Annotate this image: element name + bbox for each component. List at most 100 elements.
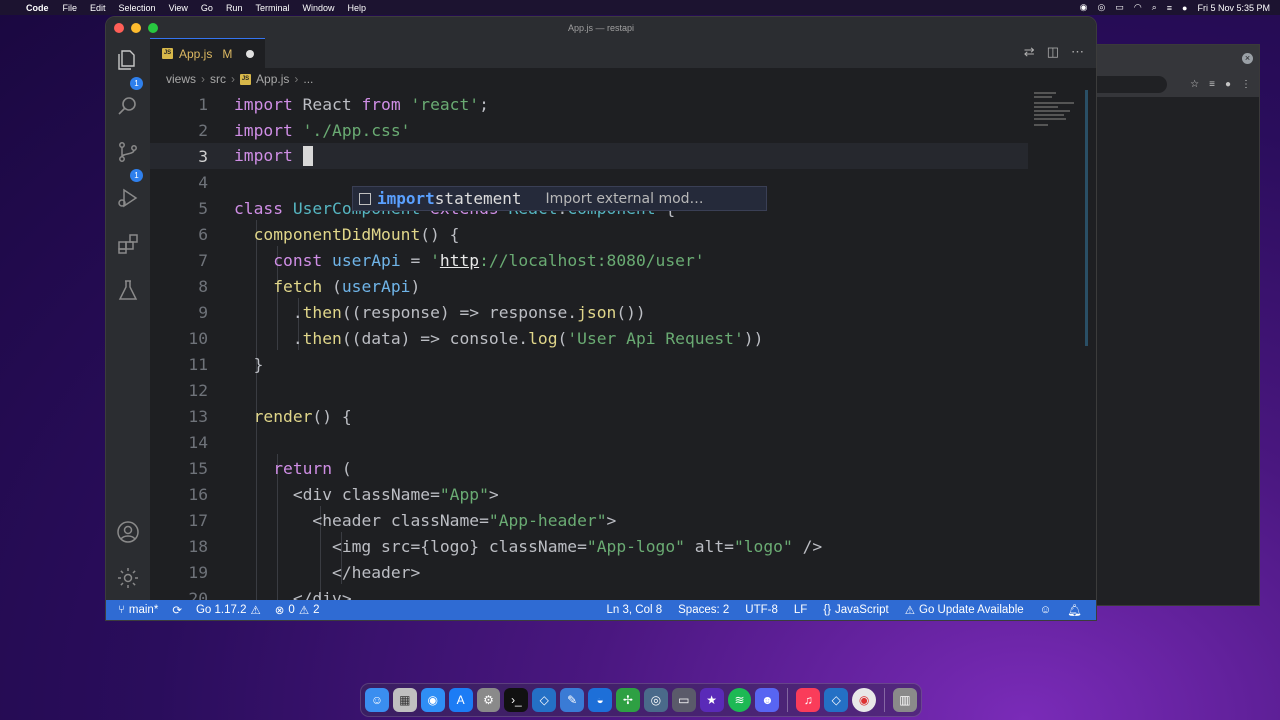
- control-center-icon[interactable]: ≡: [1167, 3, 1172, 13]
- settings-gear-icon[interactable]: [116, 566, 140, 590]
- imovie-icon[interactable]: ★: [699, 688, 724, 712]
- playlist-icon[interactable]: ≡: [1209, 79, 1215, 90]
- code-line[interactable]: 17 <header className="App-header">: [150, 507, 1028, 533]
- warning-icon: ⚠: [904, 605, 915, 617]
- autocomplete-suggestion[interactable]: import statement Import external mod…: [352, 186, 767, 211]
- spotlight-icon[interactable]: ⌕: [1152, 2, 1157, 13]
- split-editor-icon[interactable]: ◫: [1047, 44, 1059, 60]
- star-icon[interactable]: ☆: [1190, 79, 1199, 90]
- safari-icon[interactable]: ◉: [420, 688, 445, 712]
- code-line-current[interactable]: 3 import: [150, 143, 1028, 169]
- code-line[interactable]: 7 const userApi = 'http://localhost:8080…: [150, 247, 1028, 273]
- code-line[interactable]: 14: [150, 429, 1028, 455]
- source-control-icon[interactable]: [116, 140, 140, 164]
- tab-app-js[interactable]: JS App.js M: [150, 38, 265, 68]
- menu-help[interactable]: Help: [347, 3, 366, 13]
- vscode-icon[interactable]: ◇: [532, 688, 557, 712]
- breadcrumb-src[interactable]: src: [210, 72, 226, 86]
- problems-indicator[interactable]: ⊗ 0 ⚠ 2: [275, 603, 320, 617]
- kebab-menu-icon[interactable]: ⋮: [1241, 79, 1251, 90]
- tab-label: App.js: [179, 46, 213, 61]
- code-line[interactable]: 11 }: [150, 351, 1028, 377]
- line-number: 8: [198, 276, 208, 296]
- code-line[interactable]: 20 </div>: [150, 585, 1028, 602]
- code-line[interactable]: 9 .then((response) => response.json()): [150, 299, 1028, 325]
- play-icon[interactable]: ◎: [1097, 2, 1105, 13]
- unsaved-dot-icon[interactable]: [246, 49, 255, 58]
- encoding[interactable]: UTF-8: [745, 604, 778, 616]
- feedback-icon[interactable]: ☺: [1040, 604, 1052, 616]
- github-desktop-icon[interactable]: ◒: [588, 688, 613, 712]
- music-icon[interactable]: ♫: [796, 688, 821, 712]
- breadcrumb-file[interactable]: App.js: [256, 72, 289, 86]
- breadcrumb-views[interactable]: views: [166, 72, 196, 86]
- line-number: 11: [188, 354, 208, 374]
- language-mode[interactable]: {} JavaScript: [823, 604, 888, 616]
- spotify-icon[interactable]: ≋: [727, 688, 752, 712]
- javascript-file-icon: JS: [162, 48, 173, 59]
- explorer-icon[interactable]: [116, 48, 140, 72]
- code-line[interactable]: 18 <img src={logo} className="App-logo" …: [150, 533, 1028, 559]
- line-ending[interactable]: LF: [794, 604, 807, 616]
- extensions-icon[interactable]: [116, 232, 140, 256]
- code-line[interactable]: 6 componentDidMount() {: [150, 221, 1028, 247]
- code-line[interactable]: 19 </header>: [150, 559, 1028, 585]
- menubar-app-name[interactable]: Code: [26, 3, 49, 13]
- cursor-position[interactable]: Ln 3, Col 8: [607, 604, 663, 616]
- more-actions-icon[interactable]: ⋯: [1071, 44, 1084, 60]
- vscode-recent-icon[interactable]: ◇: [824, 688, 849, 712]
- terminal-icon[interactable]: ›_: [504, 688, 529, 712]
- finder-icon[interactable]: ☺: [365, 688, 389, 712]
- menu-window[interactable]: Window: [302, 3, 334, 13]
- sync-icon[interactable]: ⟳: [172, 603, 182, 617]
- indentation[interactable]: Spaces: 2: [678, 604, 729, 616]
- testing-flask-icon[interactable]: [116, 278, 140, 302]
- profile-icon[interactable]: ●: [1225, 79, 1231, 90]
- run-debug-icon[interactable]: [116, 186, 140, 210]
- code-line[interactable]: 16 <div className="App">: [150, 481, 1028, 507]
- menubar-clock[interactable]: Fri 5 Nov 5:35 PM: [1197, 3, 1270, 13]
- code-line[interactable]: 1 import React from 'react';: [150, 91, 1028, 117]
- menu-terminal[interactable]: Terminal: [255, 3, 289, 13]
- minimap[interactable]: [1028, 90, 1096, 601]
- notifications-bell-icon[interactable]: 🔔︎: [1067, 603, 1082, 617]
- app-store-icon[interactable]: A: [448, 688, 473, 712]
- line-number: 19: [188, 562, 208, 582]
- quicktime-icon[interactable]: ◎: [643, 688, 668, 712]
- scrollbar-thumb[interactable]: [1085, 90, 1088, 346]
- xcode-icon[interactable]: ✎: [560, 688, 585, 712]
- code-line[interactable]: 2 import './App.css': [150, 117, 1028, 143]
- menu-run[interactable]: Run: [226, 3, 243, 13]
- code-line[interactable]: 13 render() {: [150, 403, 1028, 429]
- code-line[interactable]: 15 return (: [150, 455, 1028, 481]
- go-version[interactable]: Go 1.17.2 ⚠: [196, 603, 261, 617]
- siri-icon[interactable]: ●: [1182, 3, 1187, 13]
- compare-changes-icon[interactable]: ⇄: [1024, 44, 1035, 60]
- code-line[interactable]: 12: [150, 377, 1028, 403]
- wifi-icon[interactable]: ◠: [1134, 2, 1142, 13]
- trash-icon[interactable]: ▥: [893, 688, 917, 712]
- launchpad-icon[interactable]: ▦: [392, 688, 417, 712]
- branch-indicator[interactable]: ⑂ main*: [118, 604, 158, 616]
- code-line[interactable]: 8 fetch (userApi): [150, 273, 1028, 299]
- code-editor[interactable]: 1 import React from 'react'; 2 import '.…: [150, 90, 1028, 601]
- menu-file[interactable]: File: [63, 3, 78, 13]
- search-icon[interactable]: [116, 94, 140, 118]
- screenshot-icon[interactable]: ▭: [671, 688, 696, 712]
- code-line[interactable]: 10 .then((data) => console.log('User Api…: [150, 325, 1028, 351]
- menu-selection[interactable]: Selection: [119, 3, 156, 13]
- menu-go[interactable]: Go: [201, 3, 213, 13]
- battery-icon[interactable]: ▭: [1115, 2, 1124, 13]
- chrome-icon[interactable]: ◉: [852, 688, 877, 712]
- accounts-icon[interactable]: [116, 520, 140, 544]
- go-update[interactable]: ⚠ Go Update Available: [905, 603, 1024, 617]
- breadcrumb-symbol[interactable]: ...: [303, 72, 313, 86]
- menu-view[interactable]: View: [169, 3, 188, 13]
- discord-icon[interactable]: ☻: [755, 688, 780, 712]
- browser-close-icon[interactable]: ×: [1242, 53, 1253, 64]
- system-preferences-icon[interactable]: ⚙: [476, 688, 501, 712]
- record-icon[interactable]: ◉: [1080, 2, 1088, 13]
- postman-icon[interactable]: ✢: [616, 688, 640, 712]
- browser-url-bar[interactable]: [1097, 76, 1167, 93]
- menu-edit[interactable]: Edit: [90, 3, 106, 13]
